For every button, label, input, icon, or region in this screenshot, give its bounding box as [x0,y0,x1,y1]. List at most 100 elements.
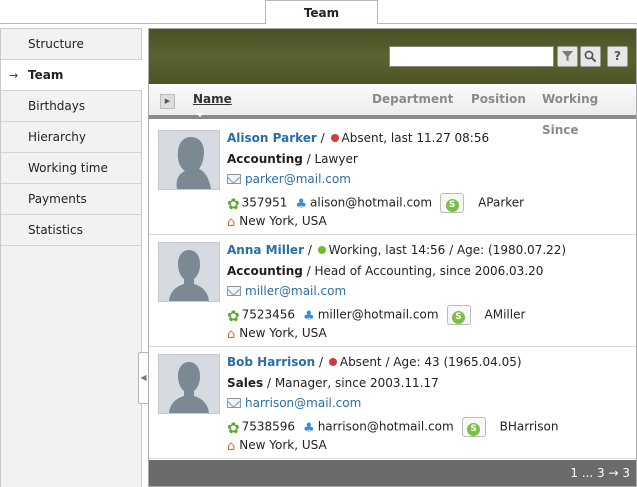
employee-location-row: ⌂ New York, USA [227,214,327,230]
employee-phone: 7523456 [241,307,296,322]
employee-role: Accounting / Head of Accounting, since 2… [227,264,543,278]
employee-email-link[interactable]: parker@mail.com [245,172,351,186]
employee-location-row: ⌂ New York, USA [227,326,327,342]
filter-button[interactable] [557,46,578,67]
employee-card: Anna Miller / Working, last 14:56 / Age:… [149,235,636,347]
employee-skype: BHarrison [499,419,559,434]
home-icon: ⌂ [227,439,236,454]
skype-button[interactable]: S [461,417,486,437]
employee-email-row: parker@mail.com [227,172,351,186]
main-panel: ? ▶ Name Department Position Working Sin… [148,28,637,487]
employee-header: Anna Miller / Working, last 14:56 / Age:… [227,243,566,257]
phone-gear-icon: ✿ [227,418,240,437]
separator: / [302,264,315,278]
employee-email-link[interactable]: miller@mail.com [245,284,346,298]
employee-skype: AMiller [484,307,526,322]
sort-indicator [196,113,204,117]
skype-button[interactable]: S [446,305,471,325]
help-icon: ? [614,49,621,63]
status-dot-icon [317,246,326,254]
column-header-bar: ▶ Name Department Position Working Since [149,84,636,137]
sidebar-item-payments[interactable]: Payments [1,184,141,215]
home-icon: ⌂ [227,327,236,342]
employee-department: Sales [227,376,264,390]
employee-msn: alison@hotmail.com [310,195,433,210]
msn-icon: ♣ [303,420,315,436]
mail-icon [227,286,241,296]
employee-email-link[interactable]: harrison@mail.com [245,396,361,410]
skype-icon: S [452,311,466,324]
column-position[interactable]: Position [471,84,526,115]
status-dot-icon [330,134,339,142]
employee-name-link[interactable]: Anna Miller [227,243,304,257]
mail-icon [227,398,241,408]
sidebar-item-statistics[interactable]: Statistics [1,215,141,246]
employee-msn: miller@hotmail.com [317,307,439,322]
separator: / [316,131,329,145]
employee-position: Manager, since 2003.11.17 [274,376,439,390]
skype-icon: S [445,199,459,212]
employee-card: Bob Harrison / Absent / Age: 43 (1965.04… [149,347,636,459]
page-links[interactable]: 1 ... 3 [570,466,604,480]
employee-header: Alison Parker / Absent, last 11.27 08:56 [227,131,489,145]
sidebar-item-team[interactable]: → Team [1,60,142,91]
sidebar-item-birthdays[interactable]: Birthdays [1,91,141,122]
home-icon: ⌂ [227,215,236,230]
help-button[interactable]: ? [607,46,628,67]
employee-position: Lawyer [314,152,358,166]
employee-name-link[interactable]: Bob Harrison [227,355,315,369]
employee-name-link[interactable]: Alison Parker [227,131,317,145]
sidebar-item-hierarchy[interactable]: Hierarchy [1,122,141,153]
employee-skype: AParker [478,195,525,210]
app-root: Team Structure → Team Birthdays Hierarchy Wor… [0,0,637,487]
search-icon [584,50,597,63]
msn-icon: ♣ [295,196,308,212]
employee-status: Working, last 14:56 / Age: (1980.07.22) [328,243,567,257]
active-arrow-icon: → [9,69,19,82]
toolbar: ? [149,29,636,84]
separator: / [304,243,316,257]
sidebar-item-label: Statistics [28,223,83,237]
employee-role: Accounting / Lawyer [227,152,358,166]
employee-list: Alison Parker / Absent, last 11.27 08:56… [149,123,636,459]
employee-card: Alison Parker / Absent, last 11.27 08:56… [149,123,636,235]
employee-location: New York, USA [239,438,327,452]
employee-position: Head of Accounting, since 2006.03.20 [314,264,544,278]
search-button[interactable] [580,46,601,67]
employee-photo[interactable] [158,130,220,190]
column-department[interactable]: Department [372,84,453,115]
column-name[interactable]: Name [193,84,232,115]
column-working-since[interactable]: Working Since [542,84,636,137]
next-page-link[interactable]: → 3 [608,466,630,480]
employee-phone: 357951 [241,195,288,210]
search-input[interactable] [389,46,554,67]
employee-photo[interactable] [158,354,220,414]
employee-header: Bob Harrison / Absent / Age: 43 (1965.04… [227,355,522,369]
employee-location-row: ⌂ New York, USA [227,438,327,454]
tab-team[interactable]: Team [265,0,378,24]
employee-role: Sales / Manager, since 2003.11.17 [227,376,439,390]
sidebar-item-structure[interactable]: Structure [1,29,141,60]
sidebar-item-label: Payments [28,192,87,206]
msn-icon: ♣ [303,308,315,324]
employee-department: Accounting [227,264,303,278]
expand-toggle[interactable]: ▶ [160,94,175,109]
employee-status: Absent / Age: 43 (1965.04.05) [339,355,522,369]
skype-icon: S [467,423,481,436]
employee-location: New York, USA [239,326,327,340]
employee-status: Absent, last 11.27 08:56 [341,131,490,145]
sidebar-item-label: Team [28,68,64,82]
separator: / [315,355,327,369]
skype-button[interactable]: S [440,193,465,213]
phone-gear-icon: ✿ [227,306,240,325]
separator: / [302,152,315,166]
mail-icon [227,174,241,184]
sidebar-item-label: Birthdays [28,99,86,113]
employee-photo[interactable] [158,242,220,302]
sidebar-item-working-time[interactable]: Working time [1,153,141,184]
pagination-bar: 1 ... 3 → 3 [149,460,636,486]
sidebar-item-label: Hierarchy [28,130,87,144]
employee-department: Accounting [227,152,303,166]
separator: / [263,376,275,390]
sidebar: Structure → Team Birthdays Hierarchy Working … [0,28,142,487]
